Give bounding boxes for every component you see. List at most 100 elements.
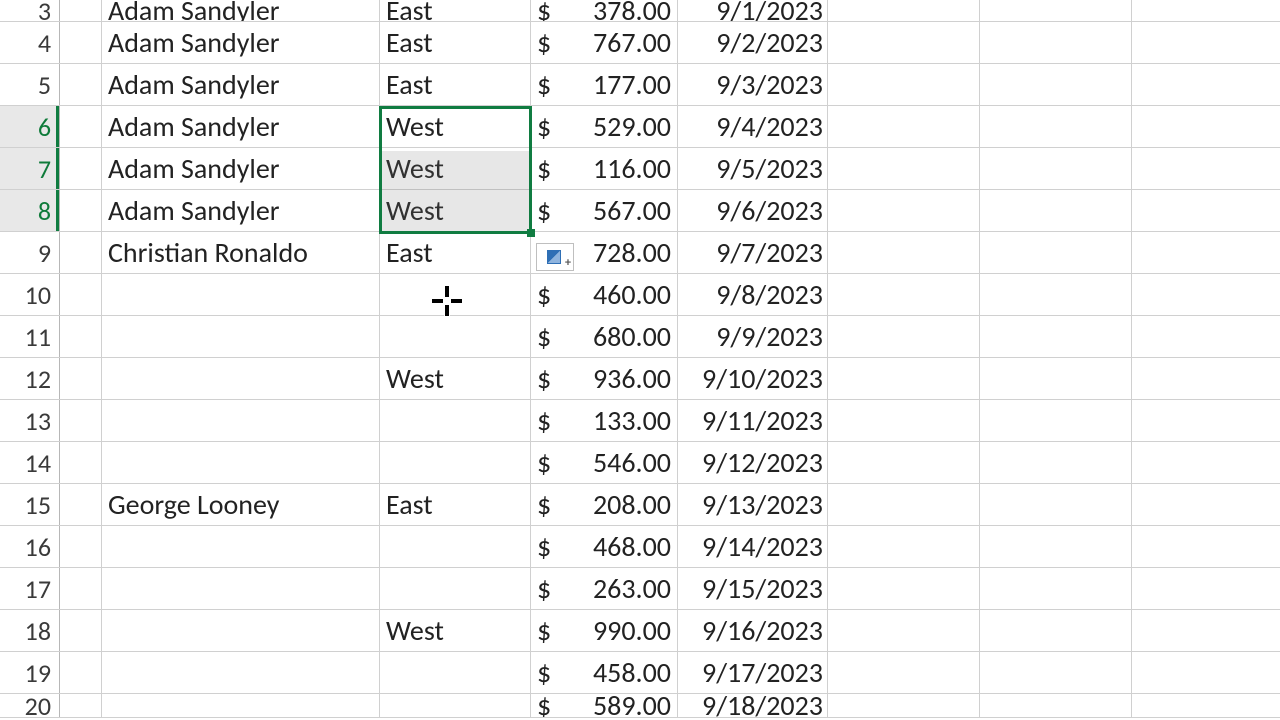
cell-empty[interactable]	[1132, 190, 1280, 231]
cell-name[interactable]: George Looney	[102, 484, 380, 525]
cell-region[interactable]: West	[380, 148, 531, 189]
cell-empty[interactable]	[828, 526, 980, 567]
cell-region[interactable]: East	[380, 232, 531, 273]
row-header[interactable]: 20	[0, 694, 60, 717]
cell-date[interactable]: 9/5/2023	[678, 148, 828, 189]
cell-name[interactable]: Adam Sandyler	[102, 22, 380, 63]
cell-amount[interactable]: $990.00	[531, 610, 678, 651]
cell-date[interactable]: 9/13/2023	[678, 484, 828, 525]
cell-amount[interactable]: $468.00	[531, 526, 678, 567]
gutter-cell[interactable]	[60, 316, 102, 357]
gutter-cell[interactable]	[60, 0, 102, 21]
cell-amount[interactable]: $378.00	[531, 0, 678, 21]
cell-date[interactable]: 9/18/2023	[678, 694, 828, 717]
cell-name[interactable]: Adam Sandyler	[102, 0, 380, 21]
cell-date[interactable]: 9/7/2023	[678, 232, 828, 273]
cell-empty[interactable]	[1132, 0, 1280, 21]
table-row[interactable]: 5 Adam Sandyler East $177.00 9/3/2023	[0, 64, 1280, 106]
cell-empty[interactable]	[980, 0, 1132, 21]
cell-empty[interactable]	[980, 148, 1132, 189]
cell-date[interactable]: 9/15/2023	[678, 568, 828, 609]
autofill-options-button[interactable]: +	[536, 243, 574, 271]
cell-amount[interactable]: $589.00	[531, 694, 678, 717]
cell-date[interactable]: 9/6/2023	[678, 190, 828, 231]
cell-empty[interactable]	[828, 64, 980, 105]
cell-empty[interactable]	[828, 358, 980, 399]
cell-empty[interactable]	[980, 358, 1132, 399]
gutter-cell[interactable]	[60, 64, 102, 105]
cell-empty[interactable]	[828, 694, 980, 717]
table-row[interactable]: 19 $458.00 9/17/2023	[0, 652, 1280, 694]
fill-handle[interactable]	[527, 229, 535, 237]
cell-empty[interactable]	[1132, 316, 1280, 357]
row-header[interactable]: 3	[0, 0, 60, 21]
cell-region[interactable]: West	[380, 190, 531, 231]
gutter-cell[interactable]	[60, 232, 102, 273]
cell-name[interactable]	[102, 400, 380, 441]
cell-name[interactable]	[102, 526, 380, 567]
cell-empty[interactable]	[980, 400, 1132, 441]
cell-region[interactable]: East	[380, 64, 531, 105]
gutter-cell[interactable]	[60, 610, 102, 651]
cell-amount[interactable]: $116.00	[531, 148, 678, 189]
row-header[interactable]: 16	[0, 526, 60, 567]
row-header[interactable]: 12	[0, 358, 60, 399]
gutter-cell[interactable]	[60, 106, 102, 147]
cell-name[interactable]	[102, 694, 380, 717]
cell-name[interactable]: Adam Sandyler	[102, 148, 380, 189]
cell-empty[interactable]	[828, 610, 980, 651]
cell-date[interactable]: 9/14/2023	[678, 526, 828, 567]
cell-empty[interactable]	[980, 106, 1132, 147]
cell-region[interactable]	[380, 316, 531, 357]
cell-name[interactable]	[102, 652, 380, 693]
cell-date[interactable]: 9/3/2023	[678, 64, 828, 105]
cell-empty[interactable]	[828, 316, 980, 357]
cell-date[interactable]: 9/2/2023	[678, 22, 828, 63]
cell-empty[interactable]	[1132, 442, 1280, 483]
cell-empty[interactable]	[1132, 400, 1280, 441]
row-header[interactable]: 6	[0, 106, 60, 147]
cell-empty[interactable]	[828, 274, 980, 315]
cell-empty[interactable]	[828, 400, 980, 441]
cell-date[interactable]: 9/12/2023	[678, 442, 828, 483]
cell-empty[interactable]	[1132, 106, 1280, 147]
cell-empty[interactable]	[980, 22, 1132, 63]
row-header[interactable]: 18	[0, 610, 60, 651]
table-row[interactable]: 6 Adam Sandyler West $529.00 9/4/2023	[0, 106, 1280, 148]
row-header[interactable]: 19	[0, 652, 60, 693]
table-row[interactable]: 10 $460.00 9/8/2023	[0, 274, 1280, 316]
table-row[interactable]: 8 Adam Sandyler West $567.00 9/6/2023	[0, 190, 1280, 232]
cell-empty[interactable]	[1132, 358, 1280, 399]
cell-amount[interactable]: $567.00	[531, 190, 678, 231]
table-row[interactable]: 12 West $936.00 9/10/2023	[0, 358, 1280, 400]
gutter-cell[interactable]	[60, 694, 102, 717]
row-header[interactable]: 5	[0, 64, 60, 105]
cell-name[interactable]: Adam Sandyler	[102, 106, 380, 147]
cell-empty[interactable]	[828, 484, 980, 525]
cell-date[interactable]: 9/17/2023	[678, 652, 828, 693]
cell-date[interactable]: 9/16/2023	[678, 610, 828, 651]
cell-empty[interactable]	[828, 652, 980, 693]
gutter-cell[interactable]	[60, 274, 102, 315]
cell-empty[interactable]	[828, 0, 980, 21]
cell-empty[interactable]	[828, 232, 980, 273]
cell-empty[interactable]	[1132, 610, 1280, 651]
row-header[interactable]: 13	[0, 400, 60, 441]
table-row[interactable]: 16 $468.00 9/14/2023	[0, 526, 1280, 568]
cell-amount[interactable]: $263.00	[531, 568, 678, 609]
cell-empty[interactable]	[828, 148, 980, 189]
cell-region[interactable]: East	[380, 22, 531, 63]
cell-region[interactable]	[380, 526, 531, 567]
cell-empty[interactable]	[980, 484, 1132, 525]
row-header[interactable]: 11	[0, 316, 60, 357]
cell-region[interactable]	[380, 442, 531, 483]
gutter-cell[interactable]	[60, 484, 102, 525]
row-header[interactable]: 14	[0, 442, 60, 483]
cell-name[interactable]	[102, 358, 380, 399]
cell-region[interactable]: East	[380, 0, 531, 21]
cell-amount[interactable]: $529.00	[531, 106, 678, 147]
gutter-cell[interactable]	[60, 22, 102, 63]
cell-amount[interactable]: $458.00	[531, 652, 678, 693]
cell-name[interactable]	[102, 274, 380, 315]
cell-amount[interactable]: $546.00	[531, 442, 678, 483]
